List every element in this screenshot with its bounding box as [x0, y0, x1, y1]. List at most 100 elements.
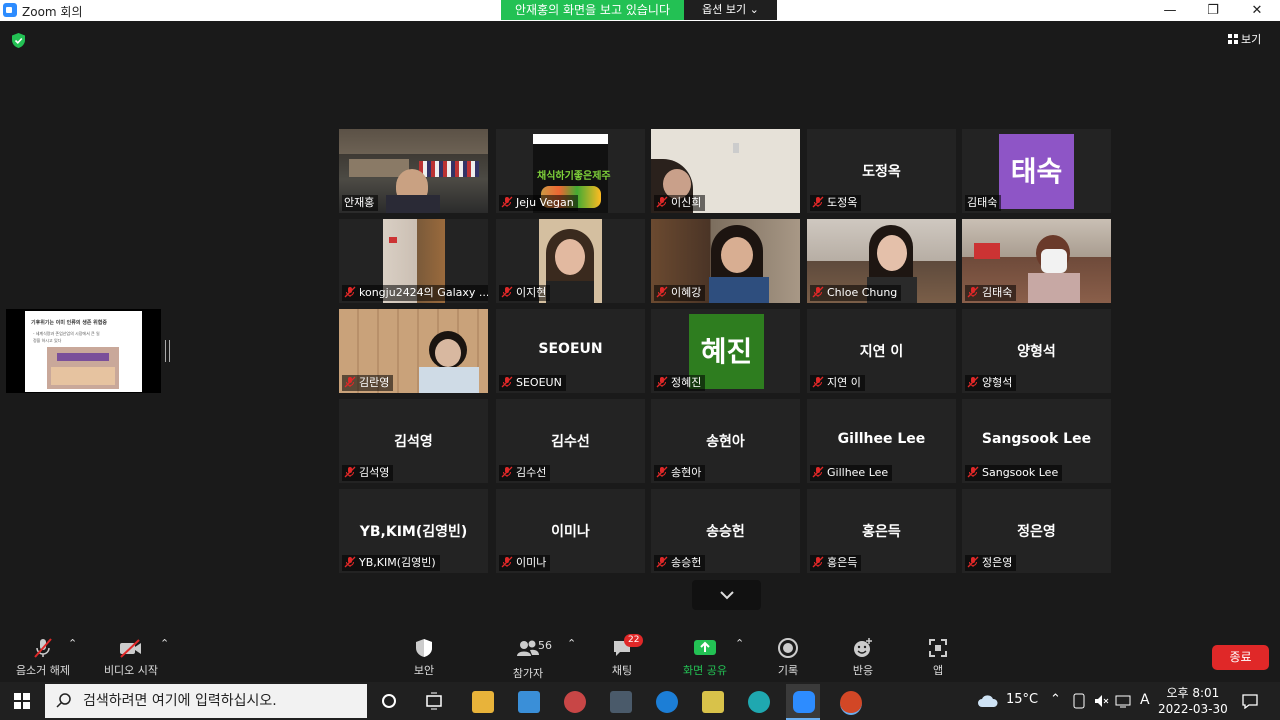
system-clock[interactable]: 오후 8:01 2022-03-30 — [1158, 685, 1228, 717]
security-button[interactable]: 보안 — [400, 637, 448, 678]
participant-name-label: 이혜강 — [654, 285, 706, 301]
participant-tile[interactable]: 이미나 이미나 — [496, 489, 645, 573]
sticky-notes-icon[interactable] — [702, 691, 724, 713]
participant-tile[interactable]: 정은영 정은영 — [962, 489, 1111, 573]
participant-tile[interactable]: 송현아 송현아 — [651, 399, 800, 483]
show-hidden-icons-caret[interactable]: ⌃ — [1050, 692, 1061, 707]
edge-browser-icon[interactable] — [748, 691, 770, 713]
minimize-button[interactable]: — — [1148, 0, 1192, 21]
search-placeholder: 검색하려면 여기에 입력하십시오. — [83, 693, 277, 709]
participant-tile[interactable]: 양형석 양형석 — [962, 309, 1111, 393]
cortana-icon[interactable] — [381, 693, 397, 709]
unmute-label: 음소거 해제 — [15, 664, 71, 677]
calculator-icon[interactable] — [610, 691, 632, 713]
apps-button[interactable]: 앱 — [918, 637, 958, 678]
participant-name: Sangsook Lee — [982, 466, 1059, 479]
person-body — [546, 281, 594, 303]
audio-options-caret[interactable]: ⌃ — [68, 637, 77, 650]
participant-tile[interactable]: 김수선 김수선 — [496, 399, 645, 483]
participant-tile[interactable]: 송승헌 송승헌 — [651, 489, 800, 573]
participant-tile[interactable]: 채식하기좋은제주 Jeju Vegan — [496, 129, 645, 213]
participant-name-label: 송현아 — [654, 465, 706, 481]
gallery-view-button[interactable]: 보기 — [1228, 31, 1261, 47]
chevron-down-icon — [719, 591, 734, 600]
share-screen-icon — [694, 640, 716, 655]
participant-tile[interactable]: 김란영 — [339, 309, 488, 393]
participants-options-caret[interactable]: ⌃ — [567, 637, 576, 650]
paint-app-icon[interactable] — [564, 691, 586, 713]
person-face — [555, 239, 585, 275]
participant-name: 이혜강 — [671, 286, 702, 299]
participant-name-label: 이지현 — [499, 285, 551, 301]
task-view-icon[interactable] — [425, 692, 443, 710]
view-options-button[interactable]: 옵션 보기 ⌄ — [684, 0, 777, 20]
chat-unread-badge: 22 — [624, 634, 644, 647]
end-meeting-button[interactable]: 종료 — [1212, 645, 1269, 670]
slide-line-2: 정을 하시고 있다 — [33, 338, 62, 343]
participant-tile[interactable]: 이혜강 — [651, 219, 800, 303]
windows-start-icon[interactable] — [14, 693, 30, 709]
notification-center-icon[interactable] — [1241, 693, 1259, 709]
person-body — [419, 367, 479, 393]
record-button[interactable]: 기록 — [768, 637, 808, 678]
shared-screen-thumbnail[interactable]: 기후위기는 이미 인류의 생존 위협중 - 세계식량과 존엄산업의 시장에서 큰… — [6, 309, 161, 393]
windows-taskbar: 검색하려면 여기에 입력하십시오. 15°C ⌃ A 오후 8:01 2022-… — [0, 682, 1280, 720]
share-screen-button[interactable]: 화면 공유 — [677, 637, 733, 678]
weather-temperature[interactable]: 15°C — [1006, 692, 1038, 707]
input-method-indicator[interactable]: A — [1140, 692, 1150, 708]
next-page-button[interactable] — [692, 580, 761, 610]
video-options-caret[interactable]: ⌃ — [160, 637, 169, 650]
face-mask — [1041, 249, 1067, 273]
participant-tile[interactable]: 혜진 정혜진 — [651, 309, 800, 393]
close-button[interactable]: ✕ — [1235, 0, 1279, 21]
participant-tile[interactable]: 이신희 — [651, 129, 800, 213]
store-app-icon[interactable] — [518, 691, 540, 713]
participant-count: 56 — [538, 639, 552, 652]
reactions-button[interactable]: 반응 — [843, 637, 883, 678]
participant-tile[interactable]: 이지현 — [496, 219, 645, 303]
encryption-shield-icon[interactable] — [11, 32, 26, 49]
start-video-button[interactable]: 비디오 시작 — [96, 637, 166, 678]
participant-display-name: 지연 이 — [859, 344, 904, 360]
participant-name-label: SEOEUN — [499, 375, 566, 391]
participant-tile[interactable]: YB,KIM(김영빈) YB,KIM(김영빈) — [339, 489, 488, 573]
muted-mic-icon — [501, 196, 513, 208]
muted-mic-icon — [344, 556, 356, 568]
muted-mic-icon — [501, 286, 513, 298]
participant-name: 김태숙 — [982, 286, 1013, 299]
participant-tile[interactable]: 김석영 김석영 — [339, 399, 488, 483]
taskbar-search-box[interactable]: 검색하려면 여기에 입력하십시오. — [45, 684, 367, 718]
participant-tile[interactable]: Gillhee Lee Gillhee Lee — [807, 399, 956, 483]
participant-tile[interactable]: 김태숙 — [962, 219, 1111, 303]
record-label: 기록 — [777, 664, 799, 677]
participant-tile[interactable]: 도정옥 도정옥 — [807, 129, 956, 213]
resize-handle[interactable] — [165, 340, 170, 362]
participant-tile[interactable]: 지연 이 지연 이 — [807, 309, 956, 393]
meeting-toolbar: 음소거 해제 ⌃ 비디오 시작 ⌃ 보안 56 참가자 ⌃ 채팅 22 화면 공… — [0, 627, 1280, 682]
reactions-label: 반응 — [852, 664, 874, 677]
participant-tile[interactable]: 홍은득 홍은득 — [807, 489, 956, 573]
muted-mic-icon — [967, 556, 979, 568]
participants-button[interactable]: 56 참가자 — [498, 637, 558, 681]
clock-date: 2022-03-30 — [1158, 702, 1228, 716]
participant-name-label: 지연 이 — [810, 375, 865, 391]
participant-tile[interactable]: Sangsook Lee Sangsook Lee — [962, 399, 1111, 483]
network-icon[interactable] — [1115, 693, 1131, 709]
participant-name: 홍은득 — [827, 556, 858, 569]
powerpoint-icon[interactable] — [840, 691, 862, 715]
screen-share-banner: 안재홍의 화면을 보고 있습니다 옵션 보기 ⌄ — [501, 0, 777, 20]
participant-display-name: 김석영 — [394, 434, 433, 450]
touchpad-icon[interactable] — [1072, 693, 1086, 709]
participant-tile[interactable]: 안재홍 — [339, 129, 488, 213]
internet-explorer-icon[interactable] — [656, 691, 678, 713]
file-explorer-icon[interactable] — [472, 691, 494, 713]
participant-tile[interactable]: kongju2424의 Galaxy ... — [339, 219, 488, 303]
speaker-muted-icon[interactable] — [1093, 693, 1109, 709]
participant-name-label: 양형석 — [965, 375, 1017, 391]
share-options-caret[interactable]: ⌃ — [735, 637, 744, 650]
participant-tile[interactable]: SEOEUN SEOEUN — [496, 309, 645, 393]
participant-tile[interactable]: Chloe Chung — [807, 219, 956, 303]
restore-button[interactable]: ❐ — [1191, 0, 1235, 21]
participant-name-label: YB,KIM(김영빈) — [342, 555, 440, 571]
participant-tile[interactable]: 태숙 김태숙 — [962, 129, 1111, 213]
